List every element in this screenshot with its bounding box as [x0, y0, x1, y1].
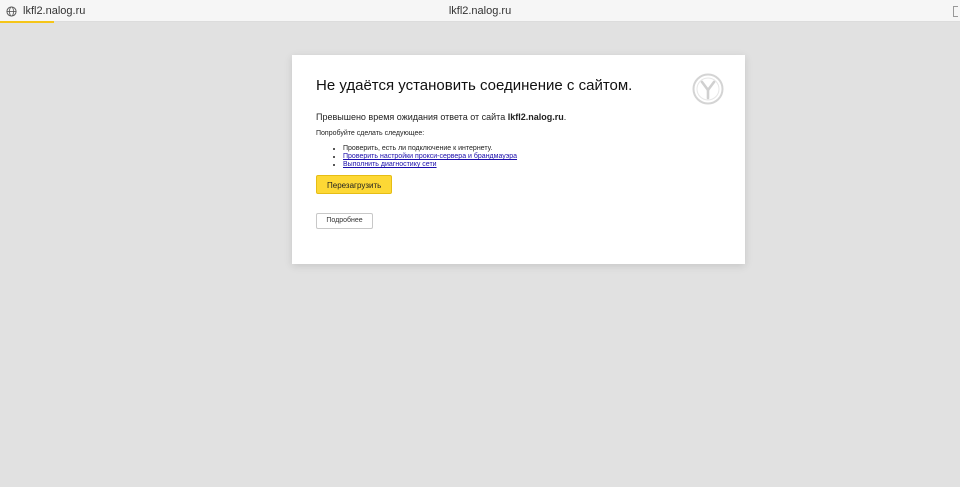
- suggestions-list: Проверить, есть ли подключение к интерне…: [316, 145, 721, 169]
- error-card: Не удаётся установить соединение с сайто…: [292, 55, 745, 264]
- browser-top-bar: lkfl2.nalog.ru lkfl2.nalog.ru: [0, 0, 960, 23]
- suggestion-proxy-firewall-link[interactable]: Проверить настройки прокси-сервера и бра…: [343, 153, 517, 160]
- error-message-text: Превышено время ожидания ответа от сайта: [316, 112, 508, 122]
- suggestion-diagnostics-item: Выполнить диагностику сети: [343, 161, 721, 169]
- error-message: Превышено время ожидания ответа от сайта…: [316, 111, 721, 123]
- suggestion-proxy-firewall-item: Проверить настройки прокси-сервера и бра…: [343, 153, 721, 161]
- window-edge-icon: [953, 6, 958, 17]
- yandex-browser-logo-icon: [692, 73, 724, 105]
- reload-button[interactable]: Перезагрузить: [316, 175, 393, 194]
- error-heading: Не удаётся установить соединение с сайто…: [316, 77, 633, 94]
- details-button[interactable]: Подробнее: [316, 213, 373, 229]
- suggestion-diagnostics-link[interactable]: Выполнить диагностику сети: [343, 161, 437, 168]
- page-title: lkfl2.nalog.ru: [448, 5, 512, 17]
- error-host: lkfl2.nalog.ru: [507, 112, 564, 122]
- try-label: Попробуйте сделать следующее:: [316, 130, 425, 137]
- error-message-end: .: [563, 112, 567, 122]
- suggestion-check-internet: Проверить, есть ли подключение к интерне…: [343, 145, 721, 153]
